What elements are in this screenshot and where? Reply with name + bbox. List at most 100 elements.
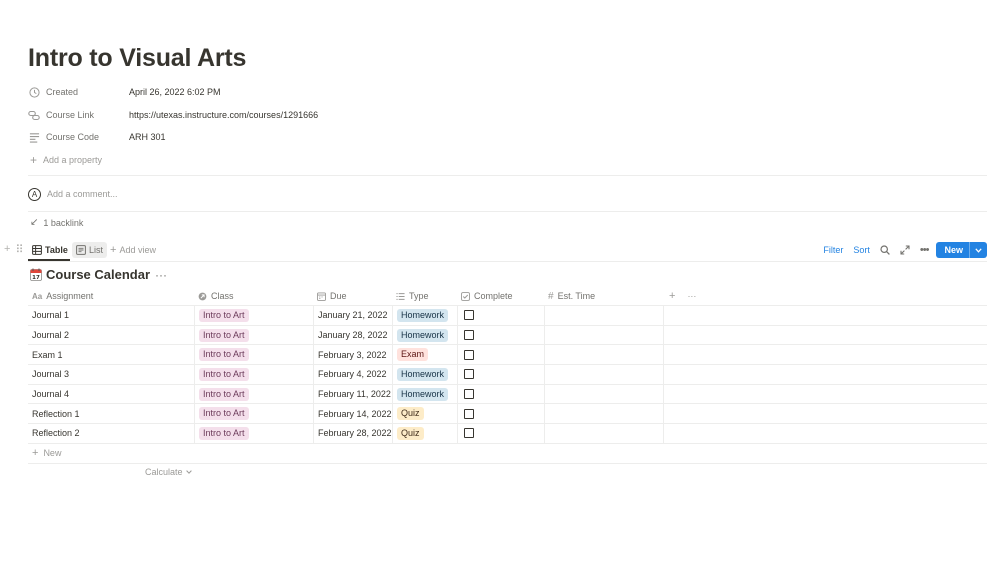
cell-due[interactable]: February 14, 2022	[313, 404, 392, 424]
table-row[interactable]: Journal 1 Intro to Art January 21, 2022 …	[28, 306, 987, 326]
column-header-est-time[interactable]: # Est. Time	[544, 287, 663, 305]
type-tag: Homework	[397, 308, 449, 322]
cell-type[interactable]: Homework	[392, 365, 457, 384]
cell-class[interactable]: Intro to Art	[194, 424, 313, 443]
column-header-assignment[interactable]: Aa Assignment	[28, 287, 194, 305]
cell-est-time[interactable]	[544, 345, 663, 365]
cell-due[interactable]: February 28, 2022	[313, 424, 392, 443]
cell-type[interactable]: Homework	[392, 325, 457, 345]
complete-checkbox[interactable]	[464, 349, 474, 360]
cell-complete	[457, 404, 544, 424]
cell-class[interactable]: Intro to Art	[194, 325, 313, 345]
avatar: A	[28, 187, 41, 201]
cell-class[interactable]: Intro to Art	[194, 306, 313, 325]
search-icon[interactable]	[880, 245, 890, 255]
new-button[interactable]: New	[936, 242, 987, 258]
cell-assignment[interactable]: Journal 1	[28, 306, 194, 325]
cell-est-time[interactable]	[544, 384, 663, 404]
add-column-icon[interactable]: +	[669, 290, 675, 302]
more-icon[interactable]: ···	[687, 291, 696, 301]
cell-due[interactable]: January 28, 2022	[313, 325, 392, 345]
property-value: ARH 301	[129, 132, 166, 142]
select-list-icon	[396, 292, 405, 301]
tab-list[interactable]: List	[72, 242, 108, 258]
property-course-link[interactable]: Course Link https://utexas.instructure.c…	[28, 105, 318, 125]
table-row[interactable]: Exam 1 Intro to Art February 3, 2022 Exa…	[28, 345, 987, 366]
expand-icon[interactable]	[900, 245, 910, 255]
database-title-text: Course Calendar	[46, 267, 151, 282]
cell-assignment[interactable]: Journal 2	[28, 326, 194, 345]
chevron-down-icon[interactable]	[969, 242, 987, 258]
header-actions: + ···	[663, 287, 987, 305]
database-title[interactable]: 17 Course Calendar ···	[30, 267, 167, 282]
view-toolbar: Filter Sort ••• New	[813, 242, 987, 258]
column-header-due[interactable]: Due	[313, 287, 392, 305]
complete-checkbox[interactable]	[464, 369, 474, 380]
add-view-label: Add view	[119, 245, 156, 255]
cell-due[interactable]: February 11, 2022	[313, 384, 392, 404]
link-icon	[28, 109, 40, 121]
backlink-button[interactable]: ↙ 1 backlink	[30, 217, 83, 228]
cell-type[interactable]: Homework	[392, 306, 457, 325]
complete-checkbox[interactable]	[464, 310, 474, 321]
column-header-class[interactable]: Class	[194, 287, 313, 305]
cell-empty	[663, 325, 987, 345]
cell-assignment[interactable]: Exam 1	[28, 345, 194, 364]
cell-type[interactable]: Exam	[392, 345, 457, 365]
tab-table[interactable]: Table	[28, 242, 72, 258]
cell-est-time[interactable]	[544, 306, 663, 325]
column-header-complete[interactable]: Complete	[457, 287, 544, 305]
divider	[28, 261, 987, 262]
cell-class[interactable]: Intro to Art	[194, 384, 313, 404]
cell-due[interactable]: February 4, 2022	[313, 365, 392, 384]
property-created[interactable]: Created April 26, 2022 6:02 PM	[28, 82, 221, 102]
text-lines-icon	[28, 131, 40, 143]
cell-class[interactable]: Intro to Art	[194, 345, 313, 365]
cell-assignment[interactable]: Journal 4	[28, 385, 194, 404]
property-course-code[interactable]: Course Code ARH 301	[28, 127, 166, 147]
more-icon[interactable]: ···	[155, 268, 167, 282]
course-link-url[interactable]: https://utexas.instructure.com/courses/1…	[129, 110, 318, 120]
cell-assignment[interactable]: Journal 3	[28, 365, 194, 384]
comment-input[interactable]: A Add a comment...	[28, 185, 118, 203]
cell-est-time[interactable]	[544, 325, 663, 345]
block-handles[interactable]: + ⠿	[4, 243, 24, 256]
calculate-button[interactable]: Calculate	[145, 467, 192, 477]
table-row[interactable]: Journal 2 Intro to Art January 28, 2022 …	[28, 325, 987, 346]
table-row[interactable]: Journal 3 Intro to Art February 4, 2022 …	[28, 365, 987, 385]
drag-handle-icon[interactable]: ⠿	[15, 243, 23, 256]
add-view-button[interactable]: + Add view	[106, 242, 160, 258]
table-row[interactable]: Reflection 2 Intro to Art February 28, 2…	[28, 424, 987, 444]
cell-class[interactable]: Intro to Art	[194, 404, 313, 424]
add-property-button[interactable]: + Add a property	[28, 150, 102, 170]
tab-label: List	[89, 245, 104, 255]
complete-checkbox[interactable]	[464, 389, 474, 400]
cell-assignment[interactable]: Reflection 1	[28, 404, 194, 423]
table-row[interactable]: Journal 4 Intro to Art February 11, 2022…	[28, 384, 987, 405]
type-tag: Homework	[397, 328, 449, 342]
cell-due[interactable]: January 21, 2022	[313, 306, 392, 325]
table-row[interactable]: Reflection 1 Intro to Art February 14, 2…	[28, 404, 987, 425]
cell-assignment[interactable]: Reflection 2	[28, 424, 194, 443]
complete-checkbox[interactable]	[464, 330, 474, 341]
column-label: Assignment	[46, 291, 94, 301]
complete-checkbox[interactable]	[464, 408, 474, 419]
sort-button[interactable]: Sort	[853, 245, 870, 255]
cell-empty	[663, 345, 987, 365]
complete-checkbox[interactable]	[464, 428, 474, 439]
property-value: April 26, 2022 6:02 PM	[129, 87, 221, 97]
cell-est-time[interactable]	[544, 424, 663, 443]
column-header-type[interactable]: Type	[392, 287, 457, 305]
more-icon[interactable]: •••	[920, 244, 930, 256]
cell-due[interactable]: February 3, 2022	[313, 345, 392, 365]
cell-class[interactable]: Intro to Art	[194, 365, 313, 384]
cell-est-time[interactable]	[544, 365, 663, 384]
cell-type[interactable]: Quiz	[392, 424, 457, 443]
filter-button[interactable]: Filter	[823, 245, 843, 255]
cell-est-time[interactable]	[544, 404, 663, 424]
cell-type[interactable]: Quiz	[392, 404, 457, 424]
add-row-button[interactable]: + New	[28, 444, 987, 464]
page-title[interactable]: Intro to Visual Arts	[28, 44, 246, 73]
add-block-icon[interactable]: +	[4, 243, 10, 256]
cell-type[interactable]: Homework	[392, 384, 457, 404]
